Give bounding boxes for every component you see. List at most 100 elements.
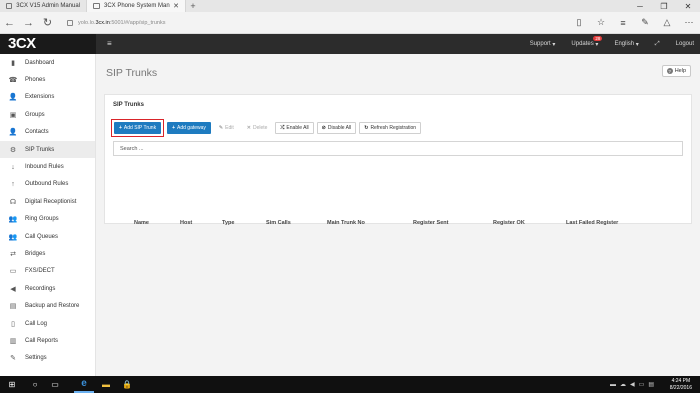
start-icon[interactable]: ⊞	[2, 376, 22, 393]
delete-button[interactable]: ✕ Delete	[241, 122, 273, 134]
ring-groups-icon: 👥	[8, 216, 18, 224]
search-icon[interactable]: ○	[26, 376, 44, 393]
pencil-icon: ✎	[218, 125, 224, 131]
logo[interactable]: 3CX	[0, 34, 96, 54]
sidebar-item-groups[interactable]: ▣ Groups	[0, 106, 95, 123]
forward-icon[interactable]: →	[19, 17, 38, 29]
contacts-icon: 👤	[8, 129, 18, 137]
sidebar-item-ring-groups[interactable]: 👥 Ring Groups	[0, 211, 95, 228]
enable-all-button[interactable]: ⤮ Enable All	[275, 122, 314, 134]
fullscreen-icon[interactable]: ⤢	[655, 41, 660, 48]
hub-icon[interactable]: ≡	[612, 18, 634, 28]
sidebar-item-recordings[interactable]: ◀ Recordings	[0, 280, 95, 297]
sidebar-item-phones[interactable]: ☎ Phones	[0, 71, 95, 88]
file-explorer-icon[interactable]: ▬	[96, 376, 116, 393]
sidebar-item-label: SIP Trunks	[25, 146, 55, 153]
sidebar-item-bridges[interactable]: ⇄ Bridges	[0, 245, 95, 262]
disable-all-label: Disable All	[327, 125, 352, 131]
sidebar-item-label: Call Log	[25, 320, 48, 327]
sidebar-item-label: Recordings	[25, 285, 56, 292]
sidebar-item-dashboard[interactable]: ▮ Dashboard	[0, 54, 95, 71]
header-nav: Support ▾ Updates 28 ▾ English ▾ ⤢ Logout	[514, 34, 694, 54]
sidebar-item-backup-and-restore[interactable]: ▤ Backup and Restore	[0, 297, 95, 314]
search-input[interactable]	[113, 141, 683, 156]
sidebar-item-call-log[interactable]: ▯ Call Log	[0, 315, 95, 332]
updates-label: Updates	[571, 41, 594, 47]
sidebar-item-contacts[interactable]: 👤 Contacts	[0, 124, 95, 141]
menu-toggle-icon[interactable]: ≡	[107, 34, 112, 54]
refresh-icon[interactable]: ↻	[38, 16, 57, 29]
sidebar-item-call-queues[interactable]: 👥 Call Queues	[0, 228, 95, 245]
refresh-registration-label: Refresh Registration	[370, 125, 417, 131]
close-tab-icon[interactable]: ✕	[173, 2, 179, 10]
sidebar-item-inbound-rules[interactable]: ↓ Inbound Rules	[0, 158, 95, 175]
ban-icon: ⊘	[321, 125, 326, 131]
browser-tab-admin-manual[interactable]: 3CX V15 Admin Manual	[0, 0, 86, 12]
delete-icon: ✕	[246, 125, 251, 131]
language-label: English	[614, 41, 635, 47]
app-header: 3CX ≡ Support ▾ Updates 28 ▾ English ▾ ⤢ …	[0, 34, 700, 54]
clock[interactable]: 4:24 PM 8/22/2016	[670, 378, 692, 391]
url-field[interactable]: yolo.lo. 3cx.in:5001/#/app/sip_trunks	[67, 19, 165, 26]
new-tab-icon[interactable]: +	[186, 0, 200, 12]
refresh-registration-button[interactable]: ↻ Refresh Registration	[359, 122, 422, 134]
share-icon[interactable]: △	[656, 17, 678, 28]
sidebar: ▮ Dashboard ☎ Phones 👤 Extensions ▣ Groups 👤 Cont…	[0, 54, 96, 376]
store-icon[interactable]: 🔒	[118, 376, 136, 393]
sidebar-item-outbound-rules[interactable]: ↑ Outbound Rules	[0, 176, 95, 193]
logo-text: 3CX	[8, 35, 36, 52]
sidebar-item-call-reports[interactable]: ▥ Call Reports	[0, 332, 95, 349]
help-icon: ?	[666, 68, 673, 74]
battery-icon[interactable]: ▭	[639, 381, 645, 388]
refresh-icon: ↻	[364, 125, 369, 131]
reading-view-icon[interactable]: ▯	[568, 17, 590, 28]
edit-button[interactable]: ✎ Edit	[213, 122, 239, 134]
browser-tab-phone-system[interactable]: 3CX Phone System Man ✕	[86, 0, 186, 12]
search-box	[113, 141, 683, 156]
notification-icon[interactable]: ▤	[648, 381, 654, 388]
call-queues-icon: 👥	[8, 233, 18, 241]
column-header[interactable]: Host	[180, 220, 192, 226]
sidebar-item-fxs-dect[interactable]: ▭ FXS/DECT	[0, 263, 95, 280]
time: 4:24 PM	[671, 378, 691, 384]
updates-menu[interactable]: Updates 28 ▾	[571, 35, 603, 48]
column-header[interactable]: Main Trunk No	[327, 220, 365, 226]
add-gateway-button[interactable]: + Add gateway	[167, 122, 211, 134]
add-gateway-label: Add gateway	[177, 125, 206, 131]
column-header[interactable]: Name	[134, 220, 149, 226]
close-window-icon[interactable]: ✕	[676, 0, 700, 12]
enable-all-label: Enable All	[286, 125, 309, 131]
sidebar-item-label: Dashboard	[25, 59, 55, 66]
task-view-icon[interactable]: ▭	[46, 376, 64, 393]
volume-icon[interactable]: ◀	[630, 381, 635, 388]
restore-icon[interactable]: ❐	[652, 0, 676, 12]
add-sip-trunk-button[interactable]: + Add SIP Trunk	[114, 122, 162, 134]
support-menu[interactable]: Support ▾	[530, 41, 556, 48]
column-header[interactable]: Last Failed Register	[566, 220, 618, 226]
sidebar-item-digital-receptionist[interactable]: ☊ Digital Receptionist	[0, 193, 95, 210]
onedrive-icon[interactable]: ☁	[620, 381, 626, 388]
network-icon[interactable]: ▬	[610, 382, 616, 388]
edge-browser-icon[interactable]: e	[74, 376, 94, 393]
help-button[interactable]: ? Help	[661, 65, 691, 77]
sidebar-item-extensions[interactable]: 👤 Extensions	[0, 89, 95, 106]
favorite-star-icon[interactable]: ☆	[590, 17, 612, 28]
sidebar-item-sip-trunks[interactable]: ⚙ SIP Trunks	[0, 140, 95, 159]
column-header[interactable]: Sim Calls	[266, 220, 291, 226]
back-icon[interactable]: ←	[0, 17, 19, 29]
shuffle-icon: ⤮	[280, 125, 285, 131]
sidebar-item-settings[interactable]: ✎ Settings	[0, 350, 95, 367]
disable-all-button[interactable]: ⊘ Disable All	[316, 122, 357, 134]
column-header[interactable]: Register Sent	[413, 220, 448, 226]
web-note-icon[interactable]: ✎	[634, 17, 656, 28]
column-header[interactable]: Type	[222, 220, 234, 226]
logout-link[interactable]: Logout	[676, 41, 694, 47]
minimize-icon[interactable]: ─	[628, 0, 652, 12]
sidebar-item-label: Digital Receptionist	[25, 198, 77, 205]
main-content: SIP Trunks ? Help SIP Trunks + Add SIP Tr…	[96, 54, 700, 376]
more-icon[interactable]: ⋯	[678, 17, 700, 28]
language-menu[interactable]: English ▾	[614, 41, 638, 48]
sidebar-item-label: Inbound Rules	[25, 164, 64, 171]
column-header[interactable]: Register OK	[493, 220, 525, 226]
receptionist-icon: ☊	[9, 198, 17, 206]
